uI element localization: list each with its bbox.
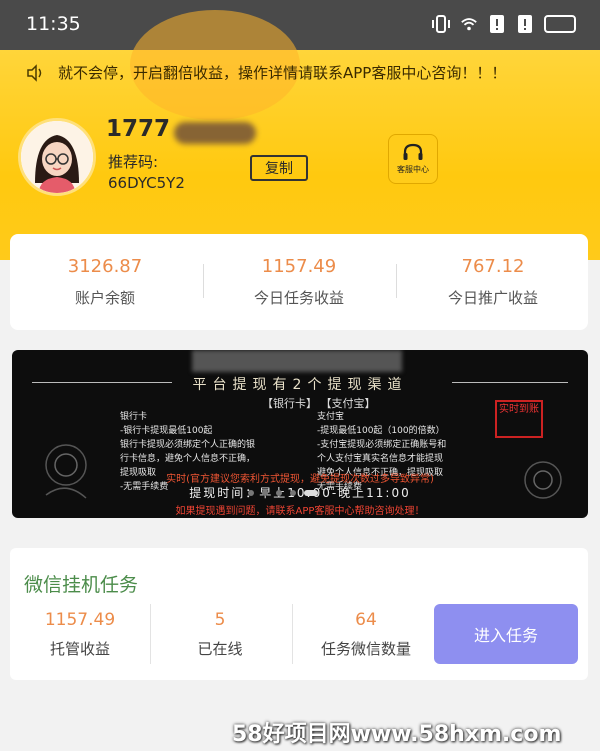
enter-task-button[interactable]: 进入任务	[434, 604, 578, 664]
status-time: 11:35	[26, 13, 81, 35]
carousel-dot[interactable]	[290, 490, 296, 496]
task-stat-value: 1157.49	[44, 610, 116, 630]
battery-icon	[544, 15, 576, 33]
task-stat-wechat-count: 64 任务微信数量	[296, 610, 436, 659]
stat-value: 3126.87	[67, 256, 143, 277]
rule-line: -支付宝提现必须绑定正确账号和	[317, 440, 447, 450]
divider	[292, 604, 293, 664]
stat-balance: 3126.87 账户余额	[10, 256, 200, 308]
carousel-dot[interactable]	[276, 490, 282, 496]
stat-label: 今日任务收益	[253, 289, 344, 307]
rule-line: 行卡信息，避免个人信息不正确，	[120, 454, 256, 464]
rule-line: 个人支付宝真实名信息才能提现	[317, 454, 444, 464]
rule-line: 支付宝	[317, 412, 345, 422]
notice-text: 就不会停，开启翻倍收益，操作详情请联系APP客服中心咨询！！！	[58, 64, 507, 82]
speaker-icon	[27, 63, 42, 82]
avatar[interactable]	[18, 118, 96, 196]
referral-code: 66DYC5Y2	[108, 174, 185, 192]
watermark: 58好项目网www.58hxm.com	[232, 722, 562, 747]
task-stat-online: 5 已在线	[150, 610, 290, 659]
stat-label: 今日推广收益	[447, 289, 538, 307]
copy-button[interactable]: 复制	[250, 155, 308, 181]
banner-tabs: 【银行卡】 【支付宝】	[262, 397, 376, 410]
account-stats-card: 3126.87 账户余额 1157.49 今日任务收益 767.12 今日推广收…	[10, 234, 588, 330]
banner-redaction	[192, 350, 402, 372]
stat-label: 账户余额	[74, 289, 135, 307]
task-stat-label: 已在线	[197, 640, 243, 658]
customer-service-button[interactable]: 客服中心	[388, 134, 438, 184]
account-header: 就不会停，开启翻倍收益，操作详情请联系APP客服中心咨询！！！ 1777 推荐码…	[0, 10, 600, 260]
rose-decoration-icon-right	[524, 461, 562, 499]
withdrawal-banner[interactable]: 平台提现有2个提现渠道 【银行卡】 【支付宝】 银行卡 -银行卡提现最低100起…	[12, 350, 588, 518]
notice-marquee: 就不会停，开启翻倍收益，操作详情请联系APP客服中心咨询！！！	[26, 62, 590, 83]
stat-today-promo-income: 767.12 今日推广收益	[398, 256, 588, 308]
task-title: 微信挂机任务	[24, 574, 139, 596]
wechat-task-card: 微信挂机任务 1157.49 托管收益 5 已在线 64 任务微信数量 进入任务	[10, 548, 588, 680]
rule-line: 银行卡提现必须绑定个人正确的银	[120, 440, 256, 450]
phone-redaction	[174, 122, 256, 144]
vibrate-icon	[432, 15, 450, 33]
status-bar: 11:35	[0, 0, 600, 50]
task-stat-label: 托管收益	[49, 640, 110, 658]
referral-label: 推荐码:	[108, 153, 159, 171]
wifi-icon	[461, 18, 477, 31]
carousel-dots	[248, 490, 318, 496]
rule-line: -提现最低100起（100的倍数）	[317, 426, 445, 436]
divider	[396, 264, 397, 298]
stat-today-task-income: 1157.49 今日任务收益	[204, 256, 394, 308]
carousel-dot[interactable]	[248, 490, 254, 496]
status-icons	[432, 14, 576, 34]
rule-line: -银行卡提现最低100起	[120, 426, 213, 436]
phone-number: 1777	[106, 116, 171, 142]
stat-value: 1157.49	[261, 256, 337, 277]
task-stat-value: 64	[355, 610, 377, 630]
banner-title: 平台提现有2个提现渠道	[192, 377, 408, 393]
customer-service-label: 客服中心	[397, 165, 429, 174]
task-stat-label: 任务微信数量	[320, 640, 411, 658]
user-avatar-icon	[21, 121, 93, 193]
task-stat-hosted-income: 1157.49 托管收益	[10, 610, 150, 659]
carousel-dot-active[interactable]	[304, 490, 318, 496]
rule-line: 银行卡	[120, 412, 148, 422]
task-stat-value: 5	[214, 610, 226, 630]
stat-value: 767.12	[461, 256, 525, 277]
rose-decoration-icon	[45, 444, 87, 499]
realtime-stamp: 实时到账	[495, 400, 543, 438]
carousel-dot[interactable]	[262, 490, 268, 496]
sim-alert-icon-2	[518, 15, 532, 33]
headset-icon	[403, 143, 423, 160]
sim-alert-icon	[490, 15, 504, 33]
